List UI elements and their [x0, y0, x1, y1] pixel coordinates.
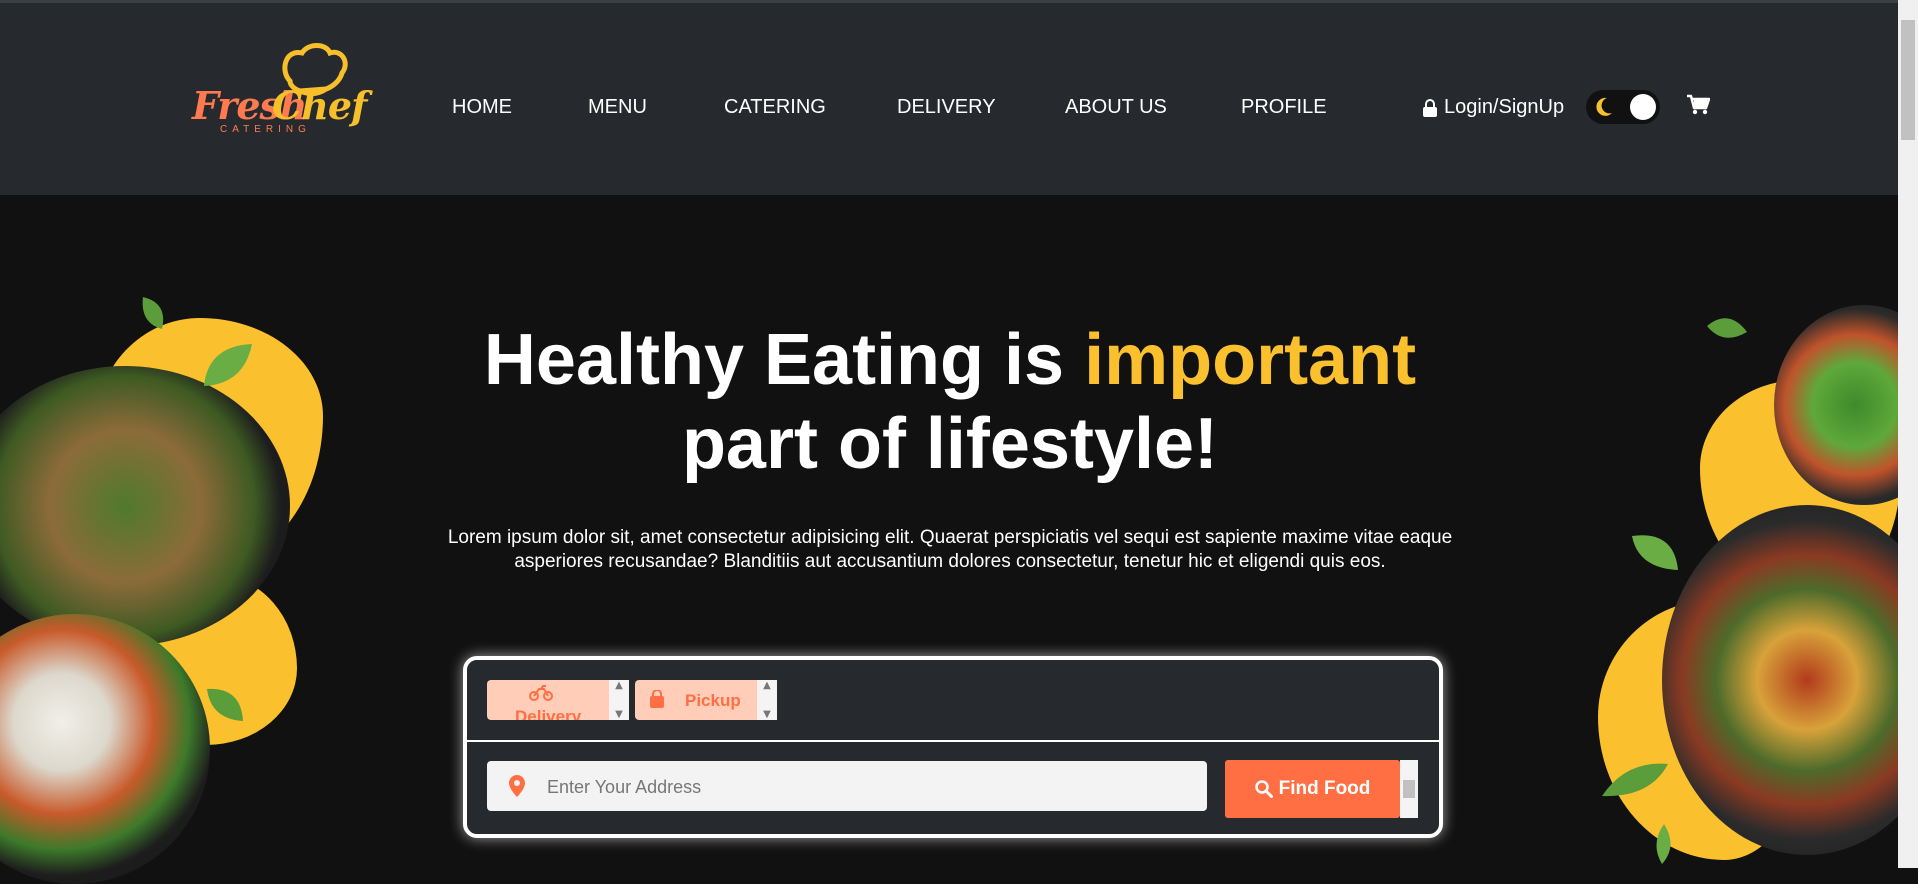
leaf-icon: [142, 297, 164, 329]
nav-menu[interactable]: MENU: [588, 96, 647, 119]
hero-title-highlight: important: [1084, 320, 1417, 400]
leaf-icon: [1656, 824, 1671, 864]
logo-tagline: CATERING: [220, 124, 311, 135]
toggle-knob: [1630, 94, 1656, 120]
nav-home[interactable]: HOME: [452, 96, 512, 119]
lock-icon: [1423, 98, 1437, 117]
search-panel: Delivery ▲▼ Pickup ▲▼ Find Food: [463, 656, 1443, 838]
leaf-icon: [1632, 535, 1678, 570]
leaf-icon: [1602, 763, 1668, 797]
nav-catering[interactable]: CATERING: [724, 96, 826, 119]
location-pin-icon: [509, 775, 525, 797]
site-header: Fresh Chef CATERING HOME MENU CATERING D…: [0, 3, 1898, 195]
pickup-label: Pickup: [685, 691, 741, 710]
delivery-label: Delivery: [515, 707, 582, 720]
address-input[interactable]: [545, 761, 1199, 813]
hero-description: Lorem ipsum dolor sit, amet consectetur …: [447, 527, 1453, 572]
page-scrollbar[interactable]: [1898, 0, 1918, 868]
nav-delivery[interactable]: DELIVERY: [897, 96, 996, 119]
leaf-icon: [1707, 318, 1747, 338]
nav-profile[interactable]: PROFILE: [1241, 96, 1327, 119]
login-label: Login/SignUp: [1444, 96, 1565, 118]
logo[interactable]: Fresh Chef CATERING: [190, 41, 367, 141]
pickup-option[interactable]: Pickup: [635, 680, 757, 720]
hero-title-part1: Healthy Eating is: [483, 320, 1085, 400]
shopping-bag-icon: [650, 690, 664, 708]
find-food-label: Find Food: [1278, 778, 1371, 799]
chevron-up-icon[interactable]: ▲: [615, 680, 623, 691]
logo-text-chef: Chef: [272, 83, 367, 128]
login-signup-link[interactable]: Login/SignUp: [1422, 96, 1564, 119]
motorbike-icon: [529, 685, 553, 701]
hero-title-part2: part of lifestyle!: [681, 404, 1219, 484]
chevron-up-icon[interactable]: ▲: [763, 680, 771, 691]
scrollbar-thumb[interactable]: [1403, 780, 1415, 798]
delivery-spinner[interactable]: ▲ ▼: [609, 680, 629, 720]
panel-divider: [467, 740, 1439, 742]
chevron-down-icon[interactable]: ▼: [615, 709, 623, 720]
page-scrollbar-thumb[interactable]: [1901, 20, 1915, 140]
leaf-icon: [207, 688, 243, 721]
nav-about-us[interactable]: ABOUT US: [1065, 96, 1167, 119]
cart-icon[interactable]: [1686, 94, 1710, 116]
search-icon: [1254, 780, 1273, 798]
moon-icon: [1596, 97, 1612, 116]
address-field[interactable]: [487, 761, 1207, 813]
hero-title: Healthy Eating is important part of life…: [330, 318, 1570, 486]
pickup-spinner[interactable]: ▲ ▼: [757, 680, 777, 720]
chevron-down-icon[interactable]: ▼: [763, 709, 771, 720]
leaf-icon: [204, 344, 252, 386]
button-scrollbar[interactable]: [1400, 760, 1418, 818]
delivery-option[interactable]: Delivery: [487, 680, 609, 720]
theme-toggle[interactable]: [1586, 90, 1660, 124]
find-food-button[interactable]: Find Food: [1225, 760, 1400, 818]
